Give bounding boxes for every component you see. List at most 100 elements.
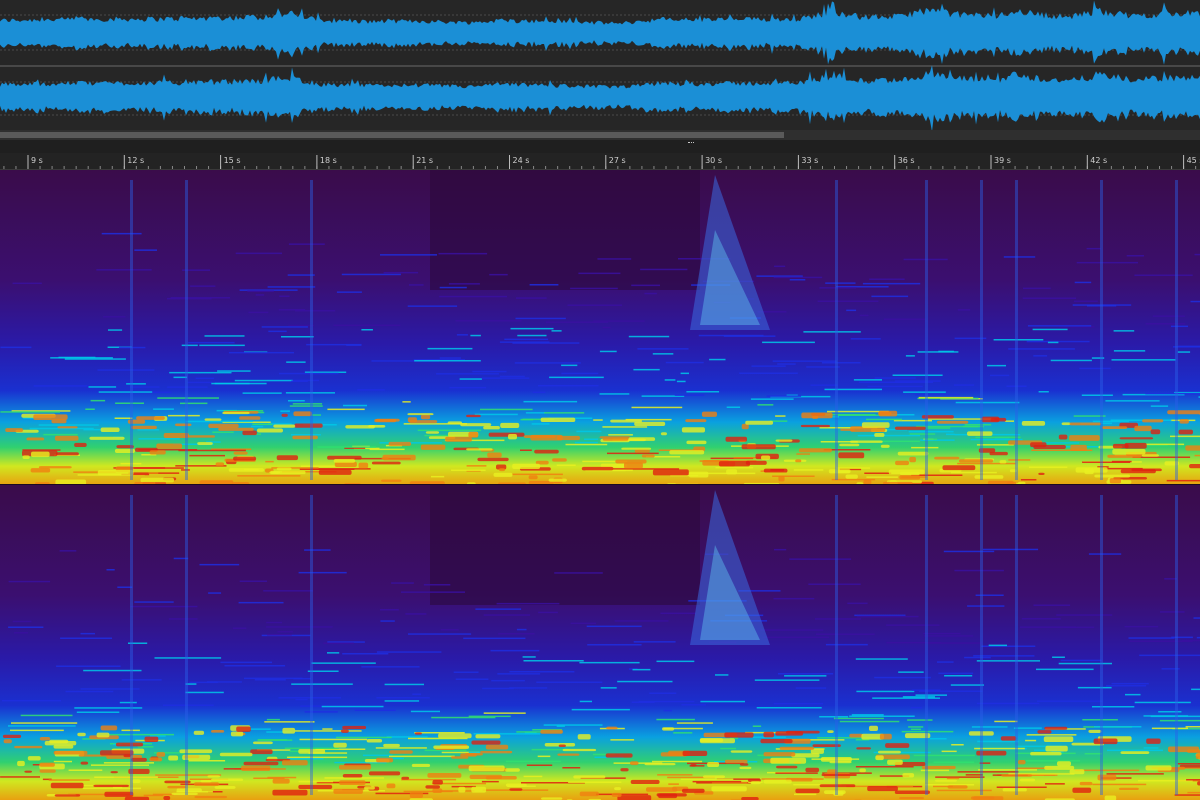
spectrogram-harmonic [1033, 604, 1071, 606]
spectrogram-harmonic [410, 710, 440, 713]
time-ruler-canvas[interactable]: 9 s 12 s 15 s 18 s 21 s 24 s 27 s 30 s 33 s 36 s 3… [0, 153, 1200, 169]
spectrogram-energy-blob [1195, 753, 1200, 760]
spectrogram-energy-blob [1072, 787, 1092, 793]
spectrogram-energy-blob [779, 746, 815, 750]
spectrogram-harmonic [389, 755, 455, 758]
spectrogram-energy-blob [1134, 425, 1152, 432]
spectrogram-energy-blob [686, 440, 707, 445]
spectrogram-harmonic [306, 343, 362, 346]
spectrogram-harmonic [1177, 763, 1200, 765]
spectrogram-transient [980, 180, 983, 480]
spectrogram-harmonic [778, 673, 834, 675]
spectrogram-harmonic [311, 414, 321, 416]
spectrogram-harmonic [923, 632, 961, 635]
spectrogram-harmonic [317, 446, 376, 448]
spectrogram-energy-blob [1069, 435, 1100, 441]
spectrogram-energy-blob [54, 794, 81, 797]
spectrogram-harmonic [570, 287, 618, 290]
spectrogram-harmonic [228, 351, 294, 354]
spectrogram-energy-blob [368, 771, 401, 776]
spectrogram-harmonic [1194, 454, 1200, 457]
spectrogram-energy-blob [100, 725, 118, 731]
spectrogram-harmonic [915, 393, 960, 396]
spectrogram-harmonic [1124, 625, 1159, 628]
spectrogram-harmonic [929, 738, 947, 740]
spectrogram-energy-blob [699, 738, 724, 743]
ruler-tick-label: 27 s [609, 156, 626, 165]
spectrogram-harmonic [206, 681, 242, 683]
overview-waveform-canvas[interactable] [0, 0, 1200, 130]
spectrogram-harmonic [311, 662, 376, 664]
spectrogram-harmonic [59, 550, 77, 552]
spectrogram-harmonic [638, 700, 695, 703]
spectrogram-energy-blob [179, 749, 213, 754]
spectrogram-harmonic [362, 754, 393, 757]
spectrogram-energy-blob [867, 786, 898, 792]
spectrogram-harmonic [431, 716, 496, 719]
spectrogram-harmonic [376, 651, 442, 653]
spectrogram-harmonic [1086, 247, 1101, 250]
spectrogram-left[interactable] [0, 170, 1200, 485]
spectral-view-right-channel[interactable] [0, 485, 1200, 800]
waveform-left-channel[interactable] [0, 0, 1200, 65]
overview-scrollbar-thumb[interactable] [0, 132, 784, 138]
spectrogram-harmonic [90, 399, 106, 402]
spectrogram-harmonic [264, 721, 315, 723]
spectrogram-energy-blob [739, 766, 752, 770]
spectrogram-energy-blob [828, 469, 851, 474]
spectrogram-harmonic [0, 776, 41, 778]
spectrogram-harmonic [268, 330, 287, 333]
waveform-right-channel[interactable] [0, 65, 1200, 130]
panel-splitter[interactable] [0, 140, 1200, 153]
spectrogram-energy-blob [1150, 429, 1161, 435]
spectrogram-harmonic [1138, 780, 1193, 782]
spectrogram-harmonic [874, 377, 916, 379]
spectrogram-energy-blob [760, 739, 793, 744]
spectrogram-harmonic [1058, 662, 1112, 665]
overview-waveform[interactable] [0, 0, 1200, 130]
spectrogram-harmonic [412, 693, 422, 695]
spectrogram-energy-blob [366, 739, 383, 743]
spectrogram-energy-blob [197, 442, 213, 445]
spectrogram-energy-blob [425, 785, 440, 789]
spectrogram-quiet-region [600, 485, 700, 605]
spectrogram-energy-blob [534, 449, 559, 454]
spectrogram-energy-blob [5, 428, 24, 433]
spectrogram-harmonic [427, 347, 473, 350]
splitter-grip-icon[interactable] [688, 142, 694, 145]
spectrogram-energy-blob [22, 455, 30, 459]
spectrogram-energy-blob [168, 755, 179, 761]
spectrogram-energy-blob [97, 470, 134, 476]
ruler-tick-label: 12 s [127, 156, 144, 165]
time-ruler[interactable]: 9 s 12 s 15 s 18 s 21 s 24 s 27 s 30 s 33 s 36 s 3… [0, 153, 1200, 170]
spectrogram-harmonic [628, 335, 670, 338]
spectrogram-harmonic [1170, 435, 1200, 438]
spectrogram-energy-blob [634, 449, 650, 453]
spectrogram-harmonic [119, 701, 137, 704]
spectrogram-energy-blob [211, 730, 225, 733]
spectrogram-harmonic [871, 295, 909, 298]
spectrogram-harmonic [250, 425, 264, 428]
spectrogram-energy-blob [31, 451, 50, 458]
spectrogram-harmonic [522, 656, 536, 658]
spectrogram-energy-blob [849, 440, 883, 443]
spectrogram-harmonic [1143, 747, 1159, 749]
spectrogram-energy-blob [528, 475, 538, 480]
spectrogram-right[interactable] [0, 485, 1200, 800]
spectrogram-harmonic [181, 344, 198, 347]
spectrogram-transient [1175, 180, 1178, 480]
spectrogram-harmonic [1151, 727, 1188, 730]
spectrogram-harmonic [1027, 325, 1092, 327]
spectrogram-energy-blob [376, 757, 394, 763]
spectrogram-harmonic [402, 401, 411, 403]
spectrogram-harmonic [680, 778, 734, 781]
spectrogram-harmonic [1150, 405, 1169, 407]
spectrogram-harmonic [58, 356, 96, 359]
spectral-view-left-channel[interactable] [0, 170, 1200, 485]
overview-scrollbar[interactable] [0, 130, 1200, 140]
spectrogram-energy-blob [156, 443, 183, 449]
spectrogram-harmonic [808, 583, 861, 585]
spectrogram-harmonic [304, 711, 338, 713]
spectrogram-transient [835, 495, 838, 795]
spectrogram-harmonic [1145, 443, 1185, 446]
